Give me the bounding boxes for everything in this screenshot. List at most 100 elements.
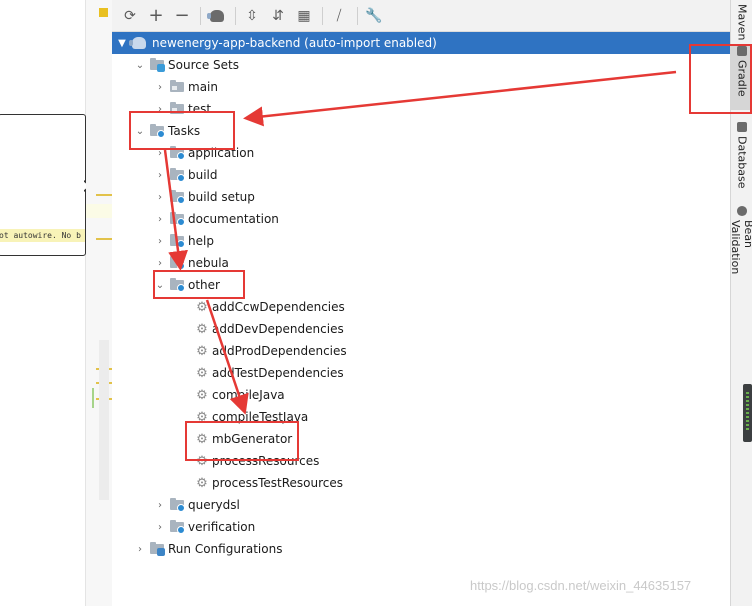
- code-popup: ot autowire. No b: [0, 114, 86, 256]
- gradle-project-icon: [129, 37, 146, 49]
- run-config-folder-icon: [150, 542, 166, 556]
- task-label: addDevDependencies: [212, 322, 344, 336]
- task-item[interactable]: ⚙ compileTestJava: [112, 406, 752, 428]
- settings-wrench-icon[interactable]: 🔧: [362, 4, 386, 28]
- chevron-right-icon[interactable]: ›: [154, 147, 166, 159]
- gradle-icon[interactable]: [205, 4, 229, 28]
- chevron-right-icon[interactable]: ›: [154, 499, 166, 511]
- change-marker[interactable]: [96, 194, 112, 196]
- tab-database-label: Database: [735, 136, 749, 189]
- editor-marker-strip[interactable]: [86, 0, 112, 606]
- gear-icon: ⚙: [196, 299, 208, 315]
- task-group-folder-icon: [170, 146, 186, 160]
- tree-item-application[interactable]: › application: [112, 142, 752, 164]
- tree-item-help[interactable]: › help: [112, 230, 752, 252]
- tree-item-tasks[interactable]: ⌄ Tasks: [112, 120, 752, 142]
- chevron-right-icon[interactable]: ›: [154, 81, 166, 93]
- chevron-right-icon[interactable]: ›: [154, 235, 166, 247]
- tree-item-source-sets[interactable]: ⌄ Source Sets: [112, 54, 752, 76]
- chevron-down-icon[interactable]: ⌄: [134, 59, 146, 71]
- nebula-label: nebula: [188, 256, 229, 270]
- task-item[interactable]: ⚙ addTestDependencies: [112, 362, 752, 384]
- code-editor[interactable]: ot autowire. No b: [0, 0, 113, 606]
- tree-item-run-configurations[interactable]: › Run Configurations: [112, 538, 752, 560]
- refresh-icon[interactable]: ⟳: [118, 4, 142, 28]
- task-group-folder-icon: [170, 190, 186, 204]
- chevron-right-icon[interactable]: ›: [134, 543, 146, 555]
- bean-validation-icon: [737, 206, 747, 216]
- change-marker[interactable]: [96, 238, 112, 240]
- tab-maven[interactable]: Maven: [731, 4, 752, 40]
- tree-item-build-setup[interactable]: › build setup: [112, 186, 752, 208]
- memory-indicator[interactable]: [743, 384, 752, 442]
- test-label: test: [188, 102, 212, 116]
- task-item[interactable]: ⚙ processTestResources: [112, 472, 752, 494]
- tree-item-documentation[interactable]: › documentation: [112, 208, 752, 230]
- task-item-mbgenerator[interactable]: ⚙ mbGenerator: [112, 428, 752, 450]
- task-label: compileJava: [212, 388, 285, 402]
- tree-item-main[interactable]: › main: [112, 76, 752, 98]
- tab-bean-validation-label: Bean Validation: [729, 219, 752, 274]
- task-group-folder-icon: [170, 256, 186, 270]
- build-setup-label: build setup: [188, 190, 255, 204]
- minus-icon[interactable]: −: [170, 4, 194, 28]
- task-label: mbGenerator: [212, 432, 293, 446]
- task-item[interactable]: ⚙ compileJava: [112, 384, 752, 406]
- folder-icon: [170, 102, 186, 116]
- gradle-panel: ⟳ + − ⇳ ⇵ ▦ ⧸ 🔧 ▼ newenergy-app-backend …: [112, 0, 734, 606]
- warning-indicator-icon[interactable]: [99, 8, 108, 17]
- task-group-folder-icon: [170, 498, 186, 512]
- application-label: application: [188, 146, 255, 160]
- chevron-right-icon[interactable]: ›: [154, 257, 166, 269]
- task-group-folder-icon: [170, 234, 186, 248]
- tree-item-build[interactable]: › build: [112, 164, 752, 186]
- task-item[interactable]: ⚙ processResources: [112, 450, 752, 472]
- tab-database[interactable]: Database: [731, 122, 752, 190]
- tab-bean-validation[interactable]: Bean Validation: [729, 206, 752, 302]
- chevron-right-icon[interactable]: ›: [154, 213, 166, 225]
- chevron-down-icon[interactable]: ⌄: [134, 125, 146, 137]
- tree-item-verification[interactable]: › verification: [112, 516, 752, 538]
- tree-item-project[interactable]: ▼ newenergy-app-backend (auto-import ena…: [112, 32, 734, 54]
- querydsl-label: querydsl: [188, 498, 240, 512]
- tree-item-querydsl[interactable]: › querydsl: [112, 494, 752, 516]
- task-item[interactable]: ⚙ addProdDependencies: [112, 340, 752, 362]
- group-modules-icon[interactable]: ▦: [292, 4, 316, 28]
- task-label: compileTestJava: [212, 410, 309, 424]
- watermark-text: https://blog.csdn.net/weixin_44635157: [470, 578, 692, 593]
- project-label: newenergy-app-backend (auto-import enabl…: [152, 36, 437, 50]
- run-configurations-label: Run Configurations: [168, 542, 283, 556]
- chevron-right-icon[interactable]: ›: [154, 103, 166, 115]
- task-label: addCcwDependencies: [212, 300, 345, 314]
- task-item[interactable]: ⚙ addDevDependencies: [112, 318, 752, 340]
- toolbar-separator: [322, 6, 323, 25]
- chevron-down-icon[interactable]: ▼: [116, 37, 128, 49]
- gear-icon: ⚙: [196, 321, 208, 337]
- tree-item-nebula[interactable]: › nebula: [112, 252, 752, 274]
- database-icon: [737, 122, 747, 132]
- chevron-right-icon[interactable]: ›: [154, 191, 166, 203]
- gear-icon: ⚙: [196, 453, 208, 469]
- tab-gradle[interactable]: Gradle: [731, 46, 752, 110]
- task-item[interactable]: ⚙ addCcwDependencies: [112, 296, 752, 318]
- collapse-all-icon[interactable]: ⇵: [266, 4, 290, 28]
- tree-item-other[interactable]: ⌄ other: [112, 274, 752, 296]
- chevron-right-icon[interactable]: ›: [154, 169, 166, 181]
- editor-scroll-track[interactable]: [99, 340, 109, 500]
- chevron-down-icon[interactable]: ⌄: [154, 279, 166, 291]
- task-group-folder-icon: [170, 520, 186, 534]
- tree-item-test[interactable]: › test: [112, 98, 752, 120]
- tab-gradle-label: Gradle: [735, 60, 749, 97]
- expand-all-icon[interactable]: ⇳: [240, 4, 264, 28]
- tab-maven-label: Maven: [735, 4, 749, 41]
- plus-icon[interactable]: +: [144, 4, 168, 28]
- toolbar-separator: [200, 6, 201, 25]
- chevron-right-icon[interactable]: ›: [154, 521, 166, 533]
- build-label: build: [188, 168, 218, 182]
- task-group-folder-icon: [170, 168, 186, 182]
- toggle-offline-icon[interactable]: ⧸: [327, 4, 351, 28]
- help-label: help: [188, 234, 214, 248]
- gear-icon: ⚙: [196, 365, 208, 381]
- toolbar-separator: [235, 6, 236, 25]
- task-label: addProdDependencies: [212, 344, 347, 358]
